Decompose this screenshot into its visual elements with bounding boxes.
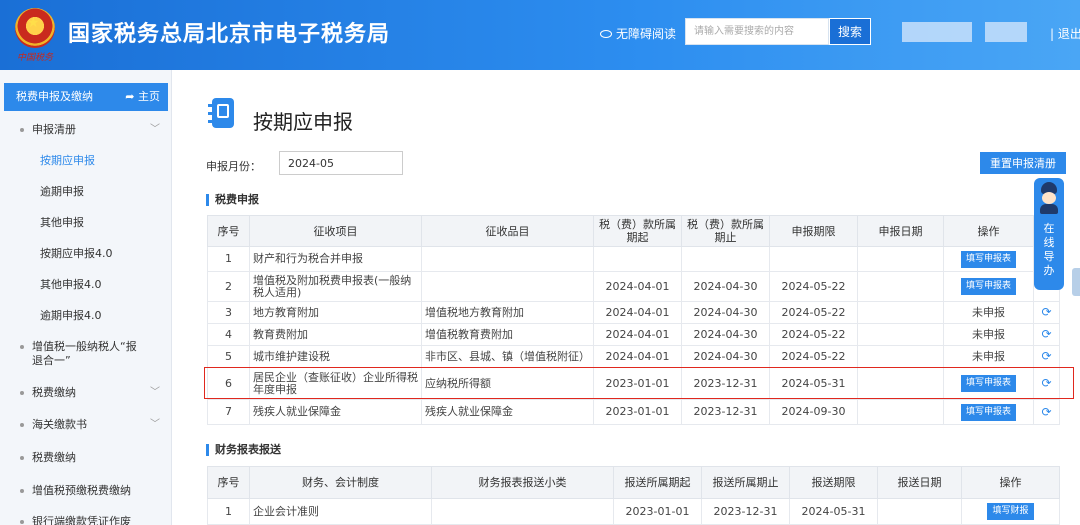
bullet-icon: [20, 391, 24, 395]
sidebar-header[interactable]: 税费申报及缴纳 ➦ 主页: [4, 83, 168, 111]
refresh-icon[interactable]: ⟳: [1041, 349, 1051, 363]
financial-report-table: 序号 财务、会计制度 财务报表报送小类 报送所属期起 报送所属期止 报送期限 报…: [207, 466, 1060, 525]
col-header: 税（费）款所属期起: [593, 215, 682, 247]
table-row: 1 企业会计准则 2023-01-01 2023-12-31 2024-05-3…: [207, 498, 1060, 525]
col-header: 报送所属期止: [701, 466, 790, 499]
col-header: 报送期限: [789, 466, 878, 499]
col-header: 操作: [943, 215, 1034, 247]
search-button[interactable]: 搜索: [829, 18, 871, 45]
reset-declaration-list-button[interactable]: 重置申报清册: [980, 152, 1066, 174]
status-text: 未申报: [943, 345, 1034, 368]
bullet-icon: [20, 423, 24, 427]
logout-link[interactable]: | 退出: [1050, 25, 1080, 42]
table-row: 1 财产和行为税合并申报 填写申报表: [207, 246, 1060, 272]
assistant-avatar-icon: [1038, 182, 1060, 214]
fill-financial-report-button[interactable]: 填写财报: [987, 503, 1034, 520]
col-header: 申报期限: [769, 215, 858, 247]
page-title: 按期应申报: [253, 110, 353, 134]
col-header: 报送日期: [877, 466, 962, 499]
status-text: 未申报: [943, 323, 1034, 346]
financial-section-title: 财务报表报送: [206, 444, 281, 456]
chevron-down-icon: ﹀: [150, 419, 160, 430]
search-input[interactable]: [685, 18, 829, 45]
col-header: 操作: [961, 466, 1060, 499]
main-content: 按期应申报 申报月份： 重置申报清册 税费申报 序号 征收项目 征收品目 税（费…: [186, 70, 1080, 525]
refresh-icon[interactable]: ⟳: [1041, 376, 1051, 390]
chevron-down-icon: ﹀: [150, 124, 160, 135]
redacted-user-info: [902, 22, 972, 42]
redacted-user-info-2: [985, 22, 1027, 42]
table-row: 5 城市维护建设税 非市区、县城、镇（增值税附征） 2024-04-01 202…: [207, 345, 1060, 368]
tax-declaration-table: 序号 征收项目 征收品目 税（费）款所属期起 税（费）款所属期止 申报期限 申报…: [207, 215, 1060, 425]
top-header: ★ 中国税务 国家税务总局北京市电子税务局 无障碍阅读 搜索 | 退出: [0, 0, 1080, 70]
tax-section-title: 税费申报: [206, 194, 259, 206]
side-collapse-tab[interactable]: [1072, 268, 1080, 296]
table-row: 4 教育费附加 增值税教育费附加 2024-04-01 2024-04-30 2…: [207, 323, 1060, 346]
table-row: 3 地方教育附加 增值税地方教育附加 2024-04-01 2024-04-30…: [207, 301, 1060, 324]
col-header: 序号: [207, 215, 250, 247]
online-guide-widget[interactable]: 在线导办: [1034, 178, 1064, 290]
site-title: 国家税务总局北京市电子税务局: [68, 22, 391, 47]
bullet-icon: [20, 456, 24, 460]
sidebar: 税费申报及缴纳 ➦ 主页 申报清册 ﹀ 按期应申报 逾期申报 其他申报 按期应申…: [0, 70, 172, 525]
home-link[interactable]: ➦ 主页: [125, 83, 160, 111]
refresh-icon[interactable]: ⟳: [1041, 405, 1051, 419]
guide-label: 在线导办: [1043, 222, 1055, 277]
col-header: 申报日期: [857, 215, 944, 247]
fill-form-button[interactable]: 填写申报表: [960, 250, 1016, 268]
col-header: 序号: [207, 466, 250, 499]
fill-form-button[interactable]: 填写申报表: [960, 403, 1016, 421]
table-row: 7 残疾人就业保障金 残疾人就业保障金 2023-01-01 2023-12-3…: [207, 399, 1060, 425]
chevron-down-icon: ﹀: [150, 387, 160, 398]
col-header: 报送所属期起: [613, 466, 702, 499]
col-header: 征收品目: [421, 215, 594, 247]
bullet-icon: [20, 520, 24, 524]
status-text: 未申报: [943, 301, 1034, 324]
refresh-icon[interactable]: ⟳: [1041, 327, 1051, 341]
col-header: 税（费）款所属期止: [681, 215, 770, 247]
month-label: 申报月份：: [206, 160, 261, 173]
bullet-icon: [20, 128, 24, 132]
fill-form-button[interactable]: 填写申报表: [960, 278, 1016, 295]
col-header: 征收项目: [249, 215, 422, 247]
bullet-icon: [20, 345, 24, 349]
col-header: 财务报表报送小类: [431, 466, 614, 499]
refresh-icon[interactable]: ⟳: [1041, 305, 1051, 319]
eye-icon: [600, 29, 612, 38]
month-field[interactable]: [279, 151, 403, 175]
tax-emblem-logo: ★ 中国税务: [12, 6, 58, 63]
col-header: 财务、会计制度: [249, 466, 432, 499]
bullet-icon: [20, 489, 24, 493]
table-row-highlighted: 6 居民企业（查账征收）企业所得税年度申报 应纳税所得额 2023-01-01 …: [207, 367, 1060, 400]
accessibility-link[interactable]: 无障碍阅读: [600, 25, 676, 42]
fill-form-button[interactable]: 填写申报表: [960, 375, 1016, 392]
table-row: 2 增值税及附加税费申报表(一般纳税人适用) 2024-04-01 2024-0…: [207, 271, 1060, 302]
declaration-icon: [208, 98, 236, 130]
